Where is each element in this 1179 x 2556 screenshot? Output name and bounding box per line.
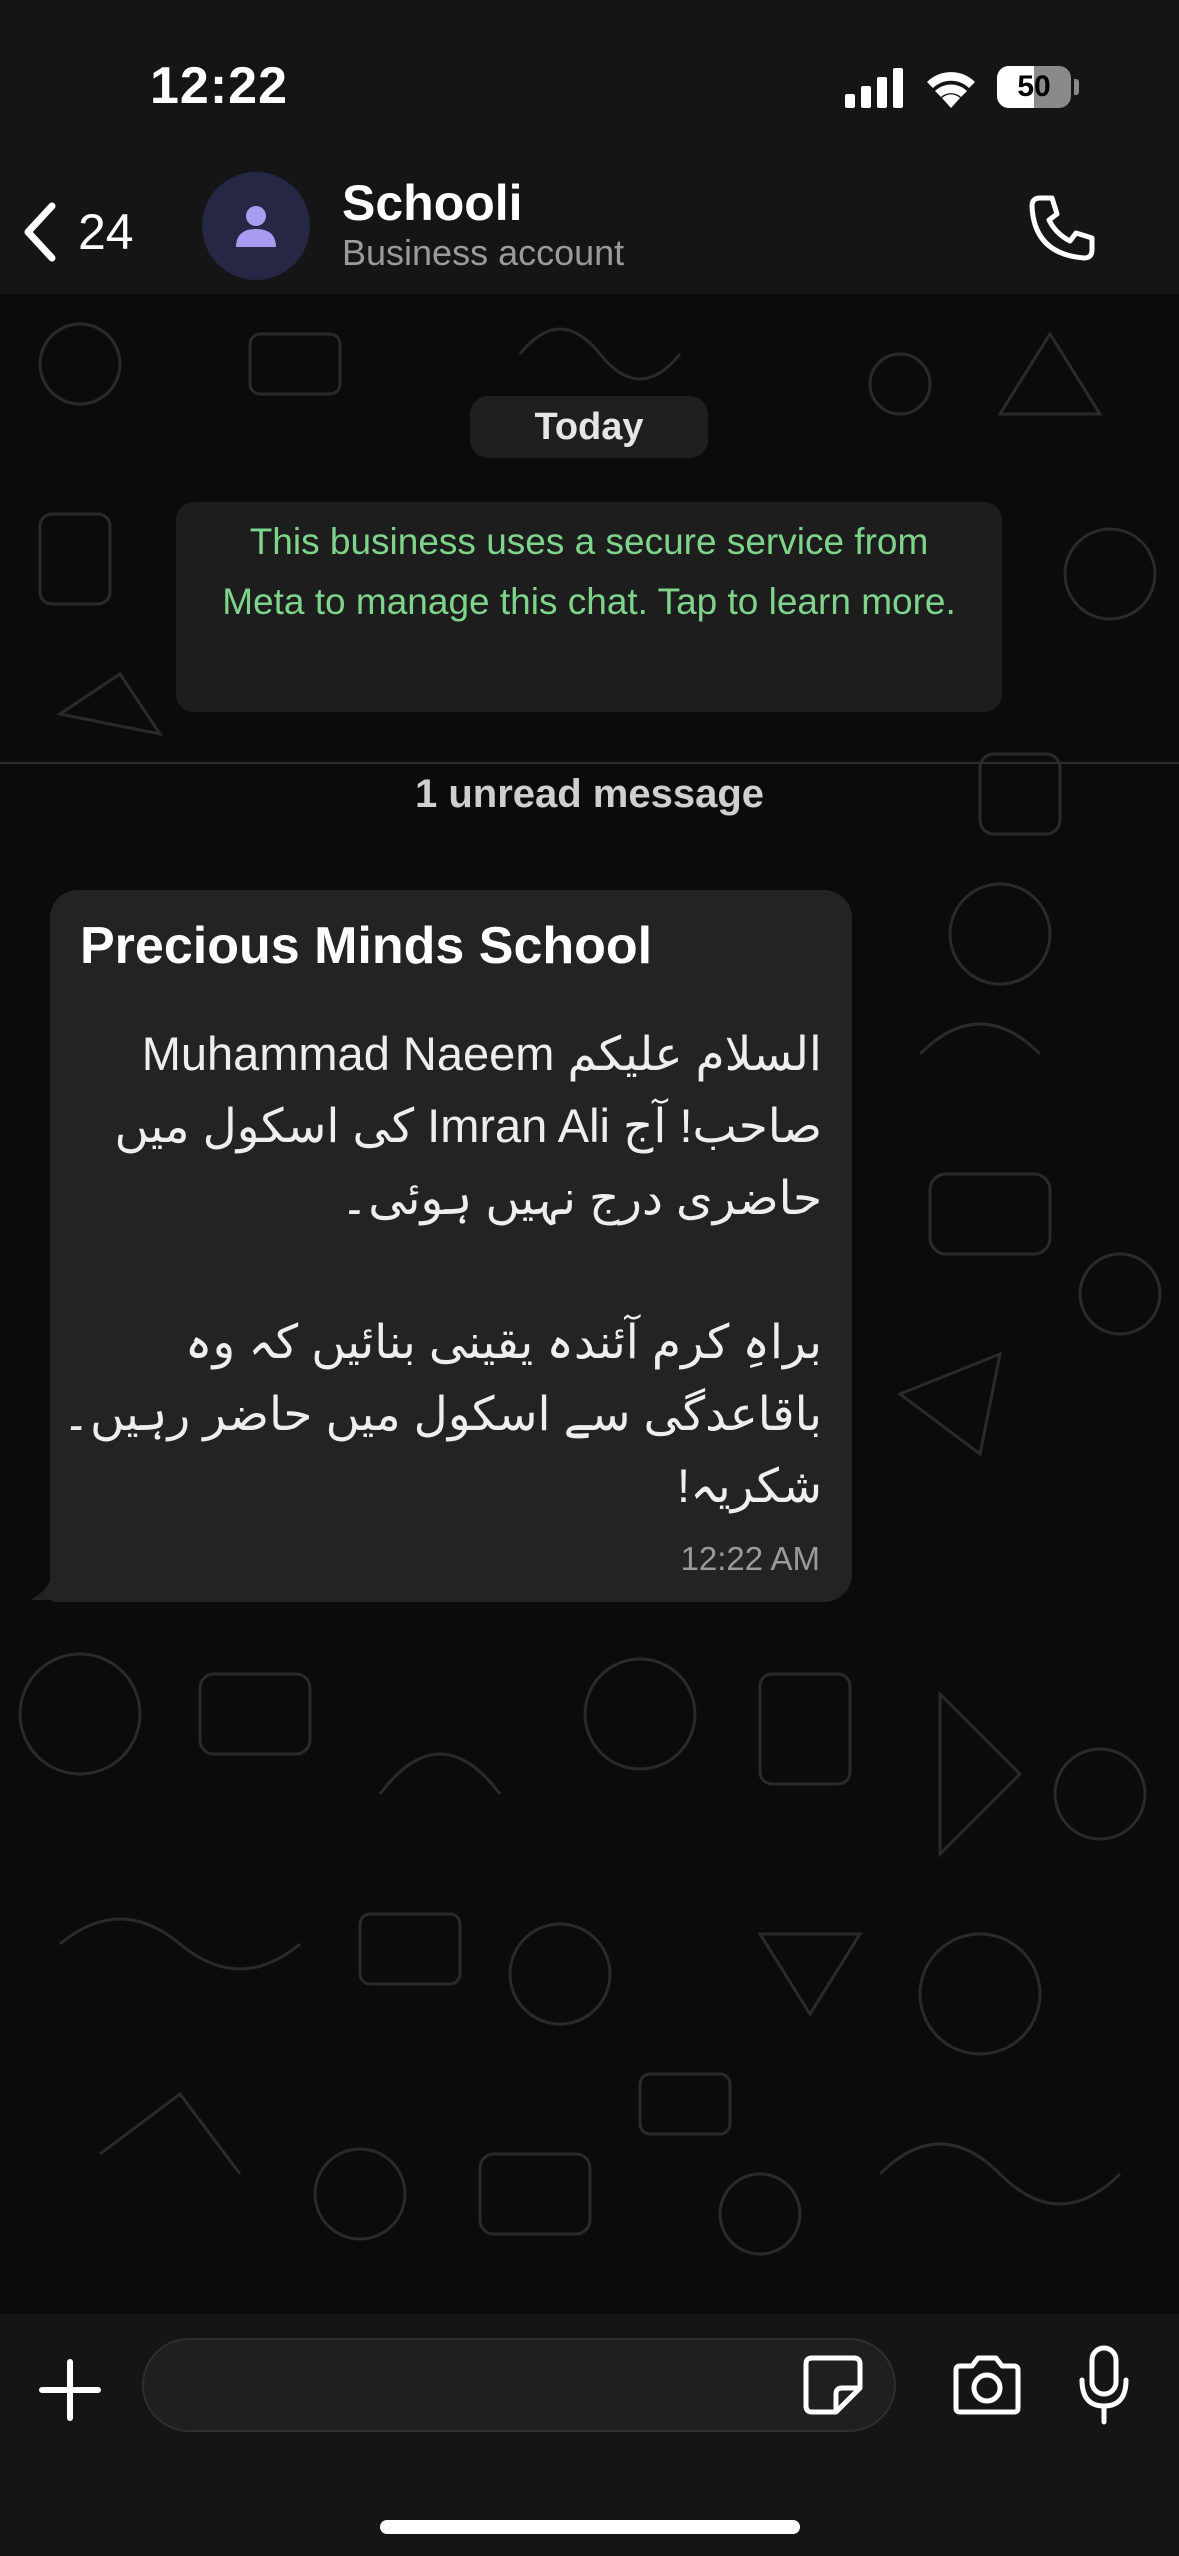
- status-time: 12:22: [150, 57, 288, 115]
- battery-icon: 50: [997, 66, 1079, 108]
- unread-chats-count: 24: [78, 204, 134, 260]
- signal-icon: [845, 68, 903, 108]
- message-line: باقاعدگی سے اسکول میں حاضر رہیں۔: [62, 1387, 822, 1440]
- chat-header: 24 Schooli Business account: [0, 170, 1179, 294]
- wifi-icon: [927, 72, 975, 108]
- business-notice[interactable]: This business uses a secure service from…: [176, 502, 1002, 712]
- battery-level: 50: [1017, 70, 1051, 103]
- avatar[interactable]: [202, 172, 310, 280]
- message-line: صاحب! آج Imran Ali کی اسکول میں: [114, 1099, 822, 1152]
- contact-subtitle: Business account: [342, 232, 625, 273]
- camera-icon[interactable]: [950, 2354, 1024, 2416]
- unread-label: 1 unread message: [414, 772, 765, 816]
- message-line: حاضری درج نہیں ہوئی۔: [340, 1171, 822, 1224]
- date-chip: Today: [470, 396, 708, 458]
- sticker-icon[interactable]: [802, 2354, 864, 2416]
- message-time: 12:22 AM: [680, 1540, 820, 1577]
- phone-icon[interactable]: [1026, 192, 1098, 264]
- microphone-icon[interactable]: [1076, 2344, 1132, 2428]
- message-line: شکریہ!: [677, 1459, 822, 1512]
- message-input[interactable]: [142, 2338, 896, 2432]
- composer-bar: [0, 2314, 1179, 2556]
- person-avatar-icon: [236, 206, 276, 247]
- message-line: السلام علیکم Muhammad Naeem: [141, 1027, 822, 1080]
- status-bar: 12:22 50: [0, 0, 1179, 170]
- message-line: براہِ کرم آئندہ یقینی بنائیں کہ وہ: [184, 1315, 822, 1368]
- home-indicator[interactable]: [380, 2520, 800, 2534]
- message-bubble[interactable]: Precious Minds School السلام علیکم Muham…: [50, 890, 852, 1602]
- sender-title: Precious Minds School: [80, 917, 653, 975]
- back-chevron-icon: [24, 202, 56, 262]
- contact-name[interactable]: Schooli: [342, 174, 523, 232]
- unread-divider: [0, 762, 1179, 764]
- plus-icon[interactable]: [38, 2358, 102, 2422]
- chat-screen: 12:22 50 24 Schooli Business account Tod…: [0, 0, 1179, 2556]
- back-button[interactable]: 24: [20, 188, 160, 276]
